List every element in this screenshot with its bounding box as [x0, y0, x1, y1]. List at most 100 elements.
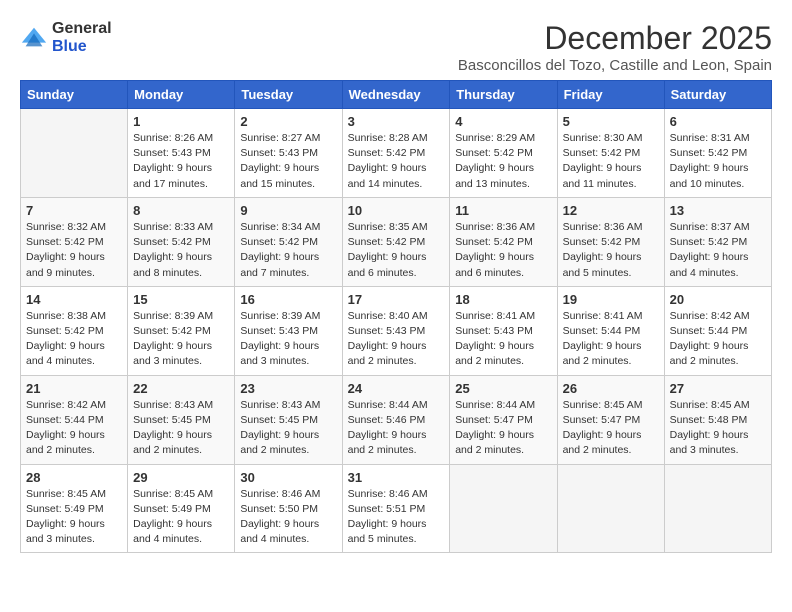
- sunset-text: Sunset: 5:42 PM: [26, 236, 104, 248]
- day-number: 18: [455, 292, 551, 307]
- sunrise-text: Sunrise: 8:39 AM: [240, 310, 320, 322]
- day-number: 3: [348, 114, 445, 129]
- day-number: 13: [670, 203, 766, 218]
- daylight-text: Daylight: 9 hours and 2 minutes.: [348, 429, 427, 456]
- day-number: 31: [348, 470, 445, 485]
- cell-content: Sunrise: 8:37 AMSunset: 5:42 PMDaylight:…: [670, 220, 766, 281]
- sunset-text: Sunset: 5:42 PM: [670, 236, 748, 248]
- day-number: 16: [240, 292, 336, 307]
- sunset-text: Sunset: 5:45 PM: [240, 414, 318, 426]
- day-number: 10: [348, 203, 445, 218]
- sunrise-text: Sunrise: 8:42 AM: [670, 310, 750, 322]
- day-number: 4: [455, 114, 551, 129]
- daylight-text: Daylight: 9 hours and 2 minutes.: [26, 429, 105, 456]
- sunrise-text: Sunrise: 8:39 AM: [133, 310, 213, 322]
- calendar-cell: [664, 464, 771, 553]
- cell-content: Sunrise: 8:45 AMSunset: 5:49 PMDaylight:…: [26, 487, 122, 548]
- day-number: 12: [563, 203, 659, 218]
- sunrise-text: Sunrise: 8:45 AM: [563, 399, 643, 411]
- month-title: December 2025: [458, 20, 772, 57]
- day-number: 14: [26, 292, 122, 307]
- sunset-text: Sunset: 5:42 PM: [563, 236, 641, 248]
- daylight-text: Daylight: 9 hours and 5 minutes.: [348, 518, 427, 545]
- calendar-cell: 8Sunrise: 8:33 AMSunset: 5:42 PMDaylight…: [128, 197, 235, 286]
- cell-content: Sunrise: 8:36 AM Sunset: 5:42 PM Daylight:…: [563, 220, 659, 281]
- column-header-sunday: Sunday: [21, 81, 128, 109]
- sunset-text: Sunset: 5:44 PM: [563, 325, 641, 337]
- cell-content: Sunrise: 8:45 AMSunset: 5:48 PMDaylight:…: [670, 398, 766, 459]
- calendar-cell: 7Sunrise: 8:32 AMSunset: 5:42 PMDaylight…: [21, 197, 128, 286]
- sunrise-text: Sunrise: 8:43 AM: [240, 399, 320, 411]
- calendar-cell: 25Sunrise: 8:44 AMSunset: 5:47 PMDayligh…: [450, 375, 557, 464]
- cell-content: Sunrise: 8:38 AMSunset: 5:42 PMDaylight:…: [26, 309, 122, 370]
- calendar-cell: 1Sunrise: 8:26 AMSunset: 5:43 PMDaylight…: [128, 109, 235, 198]
- column-header-friday: Friday: [557, 81, 664, 109]
- sunset-text: Sunset: 5:42 PM: [348, 236, 426, 248]
- cell-content: Sunrise: 8:29 AMSunset: 5:42 PMDaylight:…: [455, 131, 551, 192]
- logo-blue-text: Blue: [52, 38, 112, 56]
- daylight-text: Daylight: 9 hours and 2 minutes.: [563, 340, 642, 367]
- calendar-cell: [21, 109, 128, 198]
- cell-content: Sunrise: 8:36 AMSunset: 5:42 PMDaylight:…: [455, 220, 551, 281]
- sunrise-text: Sunrise: 8:28 AM: [348, 132, 428, 144]
- cell-content: Sunrise: 8:28 AM Sunset: 5:42 PM Daylight:…: [348, 131, 445, 192]
- sunset-text: Sunset: 5:43 PM: [240, 147, 318, 159]
- calendar-cell: 13 Sunrise: 8:37 AMSunset: 5:42 PMDayligh…: [664, 197, 771, 286]
- cell-content: Sunrise: 8:46 AMSunset: 5:50 PMDaylight:…: [240, 487, 336, 548]
- daylight-text: Daylight: 9 hours and 15 minutes.: [240, 162, 319, 189]
- calendar-week-row: 14 Sunrise: 8:38 AMSunset: 5:42 PMDayligh…: [21, 286, 772, 375]
- daylight-text: Daylight: 9 hours and 5 minutes.: [563, 251, 642, 278]
- daylight-text: Daylight: 9 hours and 13 minutes.: [455, 162, 534, 189]
- column-header-saturday: Saturday: [664, 81, 771, 109]
- day-number: 15: [133, 292, 229, 307]
- calendar-cell: 9Sunrise: 8:34 AMSunset: 5:42 PMDaylight…: [235, 197, 342, 286]
- sunset-text: Sunset: 5:43 PM: [240, 325, 318, 337]
- calendar-cell: 6Sunrise: 8:31 AMSunset: 5:42 PMDaylight…: [664, 109, 771, 198]
- column-header-monday: Monday: [128, 81, 235, 109]
- day-number: 23: [240, 381, 336, 396]
- sunrise-text: Sunrise: 8:46 AM: [348, 488, 428, 500]
- calendar-week-row: 1Sunrise: 8:26 AMSunset: 5:43 PMDaylight…: [21, 109, 772, 198]
- sunset-text: Sunset: 5:43 PM: [133, 147, 211, 159]
- cell-content: Sunrise: 8:41 AMSunset: 5:44 PMDaylight:…: [563, 309, 659, 370]
- cell-content: Sunrise: 8:46 AMSunset: 5:51 PMDaylight:…: [348, 487, 445, 548]
- day-number: 9: [240, 203, 336, 218]
- sunset-text: Sunset: 5:42 PM: [133, 236, 211, 248]
- sunrise-text: Sunrise: 8:44 AM: [455, 399, 535, 411]
- logo: General Blue: [20, 20, 112, 55]
- day-number: 5: [563, 114, 659, 129]
- cell-content: Sunrise: 8:33 AMSunset: 5:42 PMDaylight:…: [133, 220, 229, 281]
- daylight-text: Daylight: 9 hours and 6 minutes.: [455, 251, 534, 278]
- sunrise-text: Sunrise: 8:42 AM: [26, 399, 106, 411]
- sunset-text: Sunset: 5:42 PM: [563, 147, 641, 159]
- calendar-cell: 29Sunrise: 8:45 AMSunset: 5:49 PMDayligh…: [128, 464, 235, 553]
- sunrise-text: Sunrise: 8:34 AM: [240, 221, 320, 233]
- sunset-text: Sunset: 5:42 PM: [455, 236, 533, 248]
- day-number: 1: [133, 114, 229, 129]
- day-number: 20: [670, 292, 766, 307]
- sunrise-text: Sunrise: 8:36 AM: [563, 221, 643, 233]
- calendar-cell: 12 Sunrise: 8:36 AM Sunset: 5:42 PM Dayligh…: [557, 197, 664, 286]
- logo-text: General Blue: [52, 20, 112, 55]
- cell-content: Sunrise: 8:30 AMSunset: 5:42 PMDaylight:…: [563, 131, 659, 192]
- daylight-text: Daylight: 9 hours and 11 minutes.: [563, 162, 642, 189]
- sunset-text: Sunset: 5:50 PM: [240, 503, 318, 515]
- cell-content: Sunrise: 8:42 AMSunset: 5:44 PMDaylight:…: [26, 398, 122, 459]
- calendar-table: SundayMondayTuesdayWednesdayThursdayFrid…: [20, 80, 772, 553]
- calendar-cell: 20Sunrise: 8:42 AMSunset: 5:44 PMDayligh…: [664, 286, 771, 375]
- sunset-text: Sunset: 5:42 PM: [670, 147, 748, 159]
- title-block: December 2025 Basconcillos del Tozo, Cas…: [458, 20, 772, 74]
- calendar-cell: 10Sunrise: 8:35 AMSunset: 5:42 PMDayligh…: [342, 197, 450, 286]
- cell-content: Sunrise: 8:39 AMSunset: 5:42 PMDaylight:…: [133, 309, 229, 370]
- sunrise-text: Sunrise: 8:43 AM: [133, 399, 213, 411]
- sunset-text: Sunset: 5:42 PM: [348, 147, 426, 159]
- calendar-cell: 23Sunrise: 8:43 AMSunset: 5:45 PMDayligh…: [235, 375, 342, 464]
- logo-general-text: General: [52, 20, 112, 38]
- daylight-text: Daylight: 9 hours and 7 minutes.: [240, 251, 319, 278]
- daylight-text: Daylight: 9 hours and 3 minutes.: [26, 518, 105, 545]
- day-number: 17: [348, 292, 445, 307]
- logo-icon: [20, 24, 48, 52]
- calendar-cell: 28Sunrise: 8:45 AMSunset: 5:49 PMDayligh…: [21, 464, 128, 553]
- daylight-text: Daylight: 9 hours and 10 minutes.: [670, 162, 749, 189]
- daylight-text: Daylight: 9 hours and 14 minutes.: [348, 162, 427, 189]
